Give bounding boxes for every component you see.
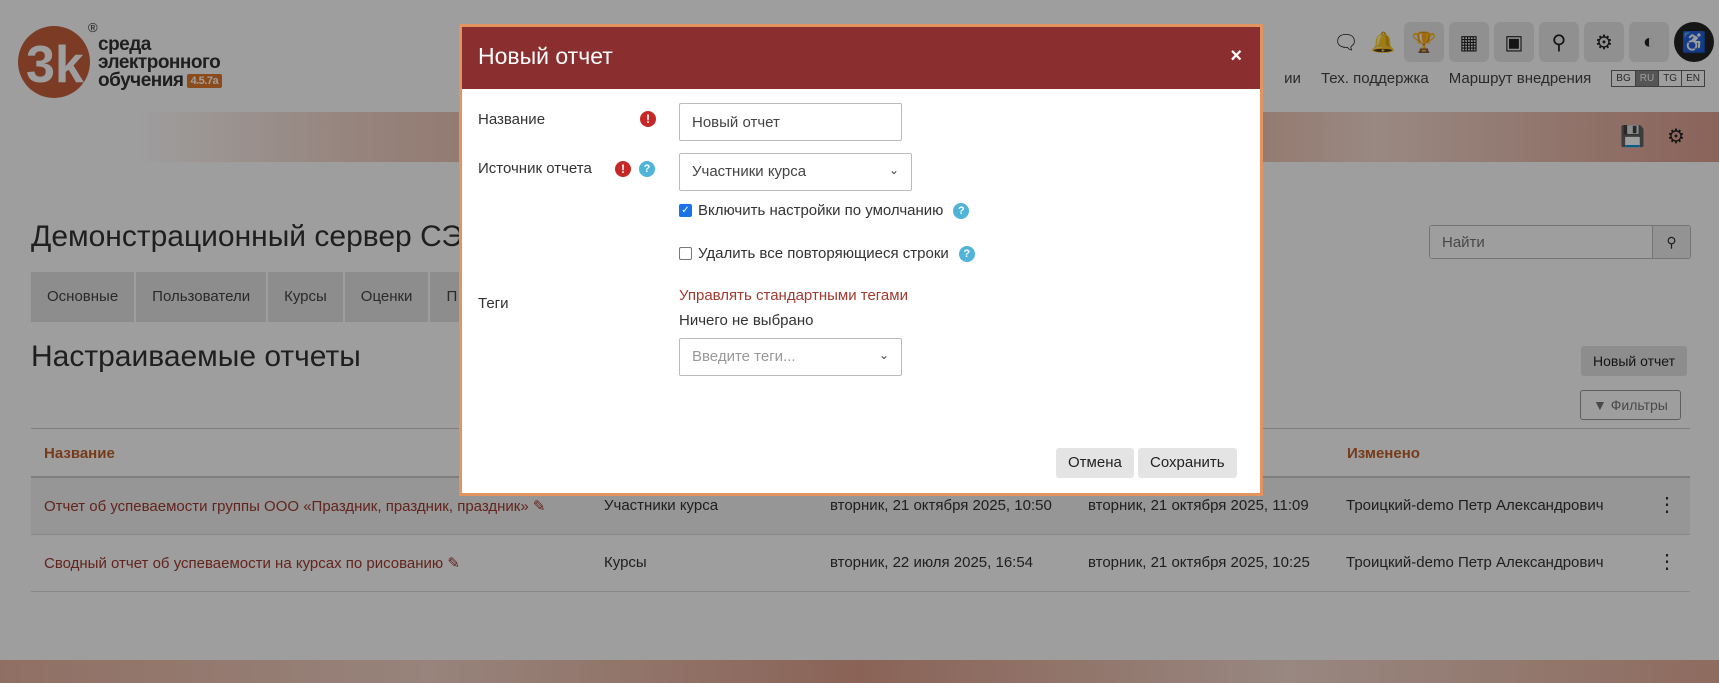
close-icon[interactable]: × (1230, 45, 1242, 68)
tags-input[interactable]: Введите теги... ⌄ (679, 338, 902, 376)
name-label: Название (478, 111, 546, 128)
source-label: Источник отчета (478, 160, 592, 177)
source-select-value: Участники курса (692, 163, 807, 180)
remove-duplicates-row: Удалить все повторяющиеся строки ? (679, 245, 975, 262)
name-input[interactable] (679, 103, 902, 141)
remove-duplicates-label[interactable]: Удалить все повторяющиеся строки (698, 245, 949, 262)
required-icon: ! (640, 111, 656, 127)
manage-tags-link[interactable]: Управлять стандартными тегами (679, 287, 908, 304)
required-icon: ! (615, 161, 631, 177)
help-icon[interactable]: ? (953, 202, 970, 219)
chevron-down-icon: ⌄ (878, 348, 889, 362)
remove-duplicates-checkbox[interactable] (679, 247, 692, 260)
save-button[interactable]: Сохранить (1138, 448, 1237, 478)
help-icon[interactable]: ? (639, 161, 655, 177)
dialog-header: Новый отчет × (462, 27, 1260, 89)
new-report-dialog: Новый отчет × Название ! Источник отчета… (459, 24, 1263, 496)
default-settings-row: ✓ Включить настройки по умолчанию ? (679, 202, 970, 219)
tags-placeholder: Введите теги... (692, 348, 796, 365)
cancel-button[interactable]: Отмена (1056, 448, 1134, 478)
help-icon[interactable]: ? (958, 245, 975, 262)
source-select[interactable]: Участники курса ⌄ (679, 153, 912, 191)
dialog-body: Название ! Источник отчета ! ? Участники… (462, 89, 1260, 493)
default-settings-checkbox[interactable]: ✓ (679, 204, 692, 217)
chevron-down-icon: ⌄ (888, 163, 899, 177)
default-settings-label[interactable]: Включить настройки по умолчанию (698, 202, 943, 219)
dialog-title: Новый отчет (478, 43, 613, 69)
tags-selection-status: Ничего не выбрано (679, 312, 814, 329)
tags-label: Теги (478, 295, 509, 312)
